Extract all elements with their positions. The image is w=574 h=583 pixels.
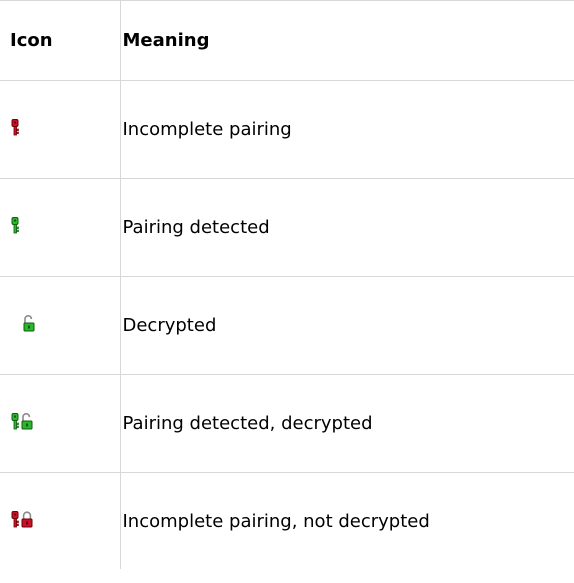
meaning-cell: Pairing detected, decrypted [119,374,574,473]
header-icon: Icon [0,0,121,81]
green-unlocked-padlock-icon [21,413,33,430]
meaning-cell: Incomplete pairing, not decrypted [119,472,574,569]
icon-cell [0,276,121,375]
icon-legend-table: Icon Meaning Incomplete pairing Pairing … [0,0,574,569]
green-key-icon [11,217,19,234]
green-key-icon [11,413,19,430]
icon-cell [0,472,121,569]
meaning-cell: Pairing detected [119,178,574,277]
table-row: Incomplete pairing, not decrypted [0,472,574,569]
table-row: Decrypted [0,276,574,375]
red-key-icon [11,510,19,528]
table-row: Incomplete pairing [0,80,574,179]
icon-cell [0,80,121,179]
table-header-row: Icon Meaning [0,0,574,81]
meaning-cell: Decrypted [119,276,574,375]
red-locked-padlock-icon [21,511,33,528]
icon-cell [0,374,121,473]
green-unlocked-padlock-icon [23,315,35,332]
icon-cell [0,178,121,277]
header-meaning: Meaning [119,0,574,81]
red-key-icon [11,119,19,136]
table-row: Pairing detected, decrypted [0,374,574,473]
meaning-cell: Incomplete pairing [119,80,574,179]
table-row: Pairing detected [0,178,574,277]
